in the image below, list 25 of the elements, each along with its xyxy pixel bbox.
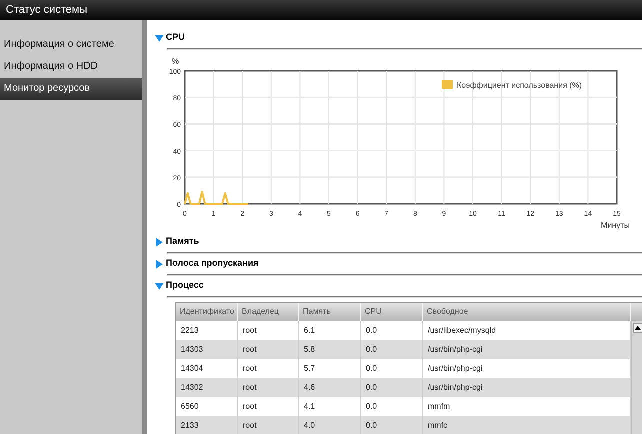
caret-right-icon bbox=[155, 238, 164, 246]
section-header[interactable]: CPU bbox=[155, 28, 642, 48]
table-cell: 0.0 bbox=[361, 416, 423, 434]
caret-down-icon bbox=[155, 34, 164, 42]
legend-label: Коэффициент использования (%) bbox=[457, 81, 582, 90]
y-axis-label: % bbox=[172, 57, 180, 66]
caret-down-icon bbox=[155, 282, 164, 290]
section-header[interactable]: Память bbox=[155, 232, 642, 252]
usage-line bbox=[184, 191, 248, 205]
table-row[interactable]: 14303 root 5.8 0.0 /usr/bin/php-cgi bbox=[176, 340, 631, 359]
scroll-up-icon[interactable] bbox=[635, 326, 641, 330]
sidebar-item[interactable]: Информация о системе bbox=[0, 34, 142, 56]
table-cell: 4.0 bbox=[299, 416, 361, 434]
scrollbar[interactable] bbox=[631, 321, 642, 434]
caret-right-icon bbox=[155, 260, 164, 268]
table-row[interactable]: 2133 root 4.0 0.0 mmfc bbox=[176, 416, 631, 434]
x-axis-label: Минуты bbox=[601, 221, 630, 230]
table-cell: root bbox=[238, 416, 299, 434]
section-header[interactable]: Процесс bbox=[155, 276, 642, 296]
table-row[interactable]: 14302 root 4.6 0.0 /usr/bin/php-cgi bbox=[176, 378, 631, 397]
sidebar-item[interactable]: Монитор ресурсов bbox=[0, 78, 142, 100]
sidebar-item[interactable]: Информация о HDD bbox=[0, 56, 142, 78]
section-header[interactable]: Полоса пропускания bbox=[155, 254, 642, 274]
table-cell: 2133 bbox=[176, 416, 238, 434]
window-title: Статус системы bbox=[6, 2, 88, 18]
